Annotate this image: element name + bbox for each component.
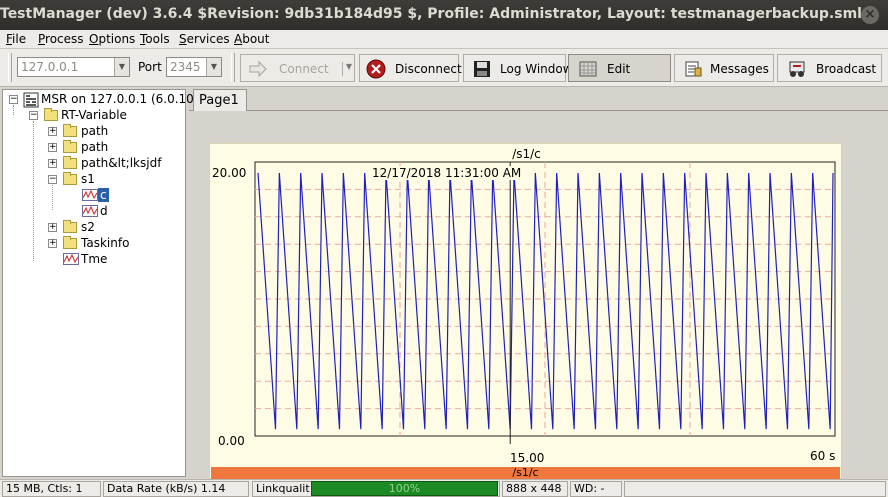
menu-about[interactable]: About xyxy=(234,32,270,46)
connect-label: Connect xyxy=(279,62,329,76)
tree-connector xyxy=(13,105,14,115)
tree-item-s1[interactable]: s1 xyxy=(81,172,95,186)
expand-icon[interactable]: + xyxy=(48,223,57,232)
window-titlebar: TestManager (dev) 3.6.4 $Revision: 9db31… xyxy=(0,0,888,30)
folder-icon xyxy=(44,108,58,121)
link-quality-percent: 100% xyxy=(388,482,421,495)
tree-item-d[interactable]: d xyxy=(100,204,108,218)
status-empty xyxy=(624,481,886,497)
chart-frame[interactable]: /s1/c 20.00 0.00 15.00 60 s 12/17/2018 1… xyxy=(209,143,842,479)
chevron-down-icon[interactable]: ▼ xyxy=(206,58,221,76)
folder-icon xyxy=(63,220,77,233)
tree-item-c[interactable]: c xyxy=(98,188,109,202)
disconnect-button[interactable]: Disconnect xyxy=(359,54,462,82)
page-tabs: /s1/c 20.00 0.00 15.00 60 s 12/17/2018 1… xyxy=(189,89,888,479)
tab-page1[interactable]: Page1 xyxy=(193,89,247,111)
chevron-down-icon[interactable]: ▼ xyxy=(114,58,129,76)
tree-root-label[interactable]: MSR on 127.0.0.1 (6.0.10) xyxy=(41,92,198,106)
menu-services[interactable]: Services xyxy=(179,32,230,46)
host-combo[interactable]: 127.0.0.1 ▼ xyxy=(17,57,130,77)
tab-page1-label: Page1 xyxy=(199,93,239,108)
folder-icon xyxy=(63,124,77,137)
folder-icon xyxy=(63,236,77,249)
link-quality-bar: 100% xyxy=(311,481,498,496)
tree-item-s2[interactable]: s2 xyxy=(81,220,95,234)
window-title: TestManager (dev) 3.6.4 $Revision: 9db31… xyxy=(0,6,862,22)
toolbar-grip[interactable] xyxy=(231,53,235,82)
tree-item-path[interactable]: path xyxy=(81,140,108,154)
edit-label: Edit xyxy=(607,62,631,76)
disconnect-icon xyxy=(366,59,386,79)
signal-icon xyxy=(82,189,98,201)
menu-process[interactable]: Process xyxy=(38,32,84,46)
chart-footer: /s1/c xyxy=(211,467,840,479)
y-tick-max: 20.00 xyxy=(212,166,247,180)
expand-icon[interactable]: + xyxy=(48,127,57,136)
messages-button[interactable]: Messages xyxy=(674,54,774,82)
status-resolution: 888 x 448 xyxy=(502,481,568,497)
collapse-icon[interactable]: − xyxy=(9,95,18,104)
server-icon xyxy=(23,92,39,108)
floppy-disk-icon xyxy=(474,61,490,77)
tree-item-path[interactable]: path xyxy=(81,124,108,138)
menu-file[interactable]: File xyxy=(6,32,26,46)
y-tick-min: 0.00 xyxy=(218,434,245,448)
menu-tools[interactable]: Tools xyxy=(140,32,170,46)
broadcast-button[interactable]: Broadcast xyxy=(777,54,882,82)
messages-label: Messages xyxy=(710,62,769,76)
folder-icon xyxy=(63,156,77,169)
messages-icon xyxy=(685,61,702,77)
log-window-label: Log Window xyxy=(500,62,573,76)
disconnect-label: Disconnect xyxy=(395,62,462,76)
plot-area[interactable] xyxy=(210,144,843,466)
status-wd: WD: - xyxy=(570,481,622,497)
x-tick-end: 60 s xyxy=(810,449,836,463)
status-memory: 15 MB, Ctls: 1 xyxy=(2,481,101,497)
collapse-icon[interactable]: − xyxy=(29,111,38,120)
folder-icon xyxy=(63,172,77,185)
tree-item-taskinfo[interactable]: Taskinfo xyxy=(81,236,129,250)
log-window-button[interactable]: Log Window xyxy=(463,54,573,82)
broadcast-icon xyxy=(789,61,805,77)
signal-tree[interactable]: − MSR on 127.0.0.1 (6.0.10) − RT-Variabl… xyxy=(2,89,198,477)
status-link-label: Linkqualit xyxy=(256,482,310,495)
close-icon[interactable]: × xyxy=(861,6,879,24)
tree-item-rt-variable[interactable]: RT-Variable xyxy=(61,108,127,122)
connect-button[interactable]: Connect ▼ xyxy=(240,54,355,82)
port-label: Port xyxy=(138,60,162,74)
expand-icon[interactable]: + xyxy=(48,239,57,248)
toolbar-grip[interactable] xyxy=(8,53,12,82)
expand-icon[interactable]: + xyxy=(48,143,57,152)
statusbar: 15 MB, Ctls: 1 Data Rate (kB/s) 1.14 Lin… xyxy=(0,479,888,497)
menu-options[interactable]: Options xyxy=(89,32,135,46)
port-value: 2345 xyxy=(170,60,201,74)
chevron-down-icon[interactable]: ▼ xyxy=(341,62,352,76)
tree-connector xyxy=(52,185,53,210)
x-tick-mid: 15.00 xyxy=(510,451,545,465)
port-combo[interactable]: 2345 ▼ xyxy=(166,57,222,77)
signal-icon xyxy=(82,205,98,217)
tab-panel-page1: /s1/c 20.00 0.00 15.00 60 s 12/17/2018 1… xyxy=(189,110,888,479)
chart-timestamp: 12/17/2018 11:31:00 AM xyxy=(372,166,522,180)
edit-button[interactable]: Edit xyxy=(568,54,671,82)
tree-item-path-lksjdf[interactable]: path&lt;lksjdf xyxy=(81,156,161,170)
status-data-rate: Data Rate (kB/s) 1.14 xyxy=(103,481,249,497)
folder-icon xyxy=(63,140,77,153)
collapse-icon[interactable]: − xyxy=(48,175,57,184)
tree-item-tme[interactable]: Tme xyxy=(81,252,107,266)
signal-icon xyxy=(63,253,79,265)
edit-grid-icon xyxy=(579,61,597,77)
broadcast-label: Broadcast xyxy=(816,62,877,76)
expand-icon[interactable]: + xyxy=(48,159,57,168)
arrow-right-icon xyxy=(249,60,267,78)
tree-connector xyxy=(33,121,34,261)
host-value: 127.0.0.1 xyxy=(21,60,79,74)
menubar: File Process Options Tools Services Abou… xyxy=(0,30,888,49)
